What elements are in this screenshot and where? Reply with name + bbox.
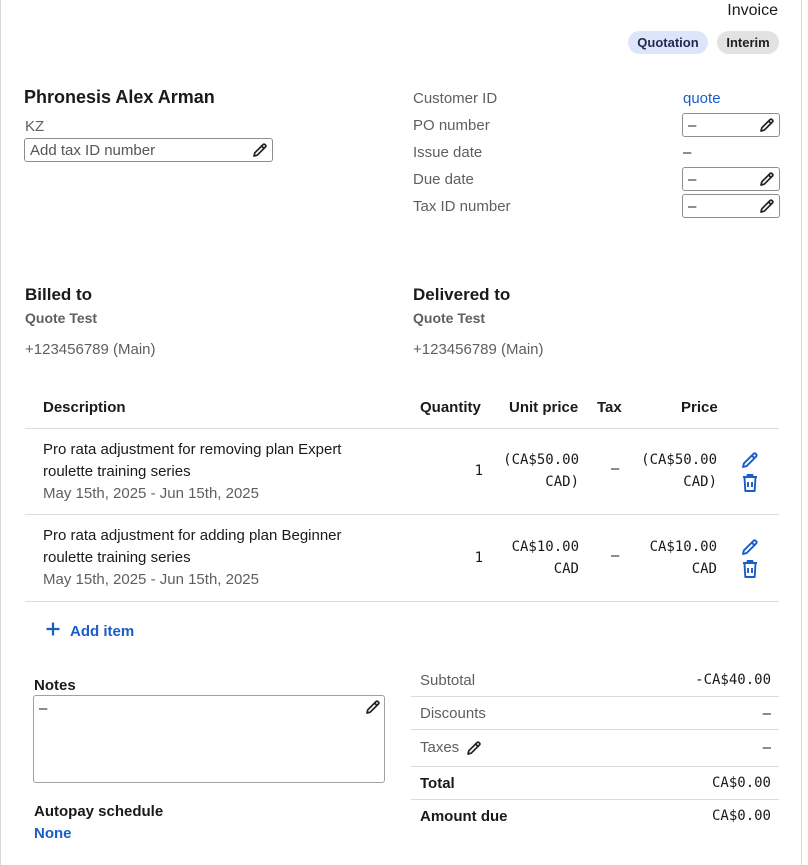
invoice-panel: Invoice Quotation Interim Phronesis Alex… — [0, 0, 802, 865]
edit-icon[interactable] — [758, 197, 776, 215]
amount-due-label: Amount due — [420, 808, 508, 825]
add-item-button[interactable]: Add item — [45, 621, 134, 641]
billed-to-phone: +123456789 (Main) — [25, 341, 156, 358]
po-number-field[interactable]: – — [682, 113, 780, 137]
edit-icon[interactable] — [758, 170, 776, 188]
delete-item-icon[interactable] — [741, 473, 759, 497]
delivered-to-heading: Delivered to — [413, 285, 511, 304]
quotation-badge: Quotation — [628, 31, 708, 54]
amount-due-value: CA$0.00 — [711, 808, 771, 824]
item-description: Pro rata adjustment for adding plan Begi… — [43, 525, 342, 591]
edit-taxes-icon[interactable] — [465, 739, 483, 761]
table-bottom-divider — [25, 601, 779, 602]
item-description-line: Pro rata adjustment for removing plan Ex… — [43, 441, 342, 458]
column-header-unit-price: Unit price — [509, 399, 579, 416]
item-description-line: roulette training series — [43, 549, 191, 566]
edit-item-icon[interactable] — [740, 450, 760, 474]
unit-price-line: CAD — [553, 561, 579, 577]
delivered-to-name: Quote Test — [413, 310, 486, 326]
amount-due-row: Amount due CA$0.00 — [411, 800, 779, 833]
price-line: CAD — [691, 561, 717, 577]
taxes-value: – — [762, 739, 771, 756]
seller-country: KZ — [25, 118, 45, 135]
item-quantity: 1 — [474, 463, 483, 479]
item-period: May 15th, 2025 - Jun 15th, 2025 — [43, 571, 259, 588]
seller-name: Phronesis Alex Arman — [24, 87, 215, 107]
edit-item-icon[interactable] — [740, 537, 760, 561]
customer-id-link[interactable]: quote — [683, 90, 721, 107]
item-unit-price: (CA$50.00 CAD) — [495, 449, 579, 493]
delivered-to-phone: +123456789 (Main) — [413, 341, 544, 358]
billed-to-name: Quote Test — [25, 310, 98, 326]
add-item-label: Add item — [70, 622, 135, 640]
table-row: Pro rata adjustment for removing plan Ex… — [25, 429, 779, 515]
taxes-row: Taxes – — [411, 730, 779, 767]
customer-id-label: Customer ID — [413, 90, 498, 107]
column-header-description: Description — [43, 399, 126, 416]
total-value: CA$0.00 — [711, 775, 771, 791]
total-label: Total — [420, 775, 455, 792]
price-line: CAD) — [683, 474, 717, 490]
notes-field[interactable]: – — [33, 695, 385, 783]
tax-id-label: Tax ID number — [413, 198, 511, 215]
column-header-tax: Tax — [597, 399, 622, 416]
item-unit-price: CA$10.00 CAD — [495, 536, 579, 580]
total-row: Total CA$0.00 — [411, 767, 779, 800]
item-price: CA$10.00 CAD — [633, 536, 717, 580]
item-period: May 15th, 2025 - Jun 15th, 2025 — [43, 485, 259, 502]
unit-price-line: (CA$50.00 — [503, 452, 579, 468]
edit-icon[interactable] — [251, 141, 269, 159]
due-date-value: – — [688, 170, 697, 188]
po-number-value: – — [688, 116, 697, 134]
item-description-line: roulette training series — [43, 463, 191, 480]
plus-icon — [45, 621, 61, 641]
edit-icon[interactable] — [758, 116, 776, 134]
tax-id-number-value: – — [688, 197, 697, 215]
due-date-label: Due date — [413, 171, 474, 188]
column-header-quantity: Quantity — [420, 399, 481, 416]
tax-id-placeholder: Add tax ID number — [30, 141, 156, 159]
autopay-label: Autopay schedule — [34, 803, 164, 820]
tax-id-input[interactable]: Add tax ID number — [24, 138, 273, 162]
item-tax: – — [611, 547, 620, 564]
item-price: (CA$50.00 CAD) — [633, 449, 717, 493]
subtotal-label: Subtotal — [420, 672, 476, 689]
table-row: Pro rata adjustment for adding plan Begi… — [25, 515, 779, 601]
discounts-label: Discounts — [420, 705, 486, 722]
subtotal-row: Subtotal -CA$40.00 — [411, 664, 779, 697]
item-quantity: 1 — [474, 550, 483, 566]
edit-notes-icon[interactable] — [364, 698, 382, 720]
autopay-value-link[interactable]: None — [34, 825, 72, 842]
delete-item-icon[interactable] — [741, 559, 759, 583]
issue-date-value: – — [683, 144, 692, 161]
interim-badge: Interim — [717, 31, 779, 54]
item-description-line: Pro rata adjustment for adding plan Begi… — [43, 527, 342, 544]
document-type: Invoice — [727, 2, 778, 19]
taxes-label: Taxes — [420, 739, 460, 756]
notes-label: Notes — [34, 677, 76, 694]
price-line: CA$10.00 — [649, 539, 717, 555]
column-header-price: Price — [681, 399, 718, 416]
price-line: (CA$50.00 — [641, 452, 717, 468]
issue-date-label: Issue date — [413, 144, 483, 161]
discounts-row: Discounts – — [411, 697, 779, 730]
po-number-label: PO number — [413, 117, 490, 134]
tax-id-number-field[interactable]: – — [682, 194, 780, 218]
due-date-field[interactable]: – — [682, 167, 780, 191]
discounts-value: – — [762, 705, 771, 722]
item-description: Pro rata adjustment for removing plan Ex… — [43, 439, 341, 505]
unit-price-line: CA$10.00 — [511, 539, 579, 555]
unit-price-line: CAD) — [545, 474, 579, 490]
notes-value: – — [39, 700, 48, 717]
subtotal-value: -CA$40.00 — [695, 672, 771, 688]
billed-to-heading: Billed to — [25, 285, 93, 304]
item-tax: – — [611, 460, 620, 477]
